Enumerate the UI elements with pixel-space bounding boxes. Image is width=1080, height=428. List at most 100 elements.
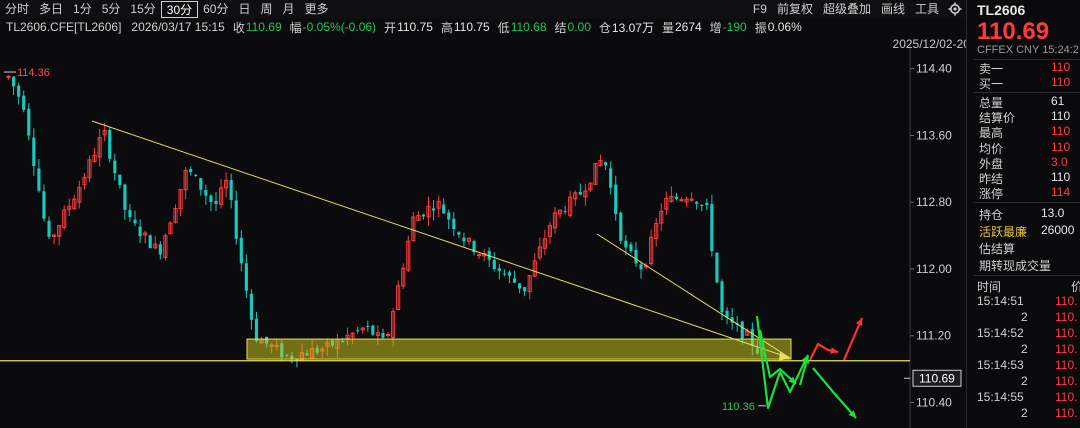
low-label: 低: [497, 20, 510, 35]
panel-quote-row: 买一 110: [979, 75, 1080, 91]
toolbar-action-item[interactable]: F9: [748, 0, 772, 19]
panel-row-value: 110: [1051, 170, 1071, 185]
candle-body-down: [108, 130, 112, 159]
settle-value: 0.00: [567, 20, 591, 34]
candle-body-down: [447, 212, 451, 220]
panel-quote-row: 结算价 110: [979, 108, 1080, 125]
close-value: 110.69: [245, 20, 282, 34]
candle-body-down: [37, 168, 41, 191]
candle-body-down: [715, 252, 719, 283]
candle-body-down: [710, 204, 714, 252]
period-tab[interactable]: 15分: [125, 1, 160, 18]
increase-label: 增: [709, 20, 722, 35]
tick-list-price-header: 价: [1071, 278, 1080, 295]
candle-body-down: [512, 278, 517, 283]
tick-list-time-header: 时间: [977, 280, 1002, 294]
toolbar-action-item[interactable]: 工具: [910, 0, 944, 19]
candle-body-down: [563, 211, 567, 213]
candle-body-down: [507, 272, 512, 276]
chart-background: [0, 0, 966, 428]
panel-row-label: 涨停: [979, 187, 1004, 202]
period-tab[interactable]: 月: [278, 1, 300, 18]
trading-app: 114.40 113.60 112.80 112.00 111.20 110.40 114.…: [0, 0, 1080, 428]
candle-body-down: [462, 237, 466, 242]
tick-row-price: 110.: [1055, 326, 1078, 340]
panel-row-value: 3.0: [1051, 154, 1068, 169]
period-tab[interactable]: 多日: [34, 1, 68, 18]
candle-body-down: [578, 191, 582, 195]
period-tab[interactable]: 5分: [97, 1, 126, 18]
low-marker-label: 110.36: [722, 401, 755, 413]
period-tab[interactable]: 60分: [198, 1, 233, 18]
candle-body-down: [138, 226, 142, 237]
candle-body-up: [477, 254, 482, 257]
candle-body-down: [128, 210, 132, 218]
tick-row-price: 110.: [1055, 294, 1078, 308]
candlestick-chart[interactable]: 114.40 113.60 112.80 112.00 111.20 110.40 114.…: [0, 0, 966, 428]
y-tick-label: 112.80: [916, 195, 952, 209]
candle-body-down: [234, 200, 238, 239]
amplitude-value: 0.06%: [767, 20, 802, 34]
candle-body-down: [204, 190, 208, 196]
panel-row-label: 活跃最廉: [979, 225, 1028, 239]
candle-body-down: [634, 250, 638, 264]
y-tick-label: 113.60: [916, 128, 952, 142]
candle-body-down: [740, 321, 744, 339]
y-tick-label: 111.20: [916, 329, 951, 343]
candle-body-up: [385, 333, 391, 336]
candle-body-down: [371, 325, 375, 335]
open-interest-value: 13.07万: [611, 20, 654, 35]
toolbar-action-item[interactable]: 画线: [876, 0, 910, 19]
candle-body-down: [17, 85, 21, 97]
quote-panel: TL2606 110.69 CFFEX CNY 15:24:2 卖一 110 买一 1…: [966, 0, 1080, 428]
candle-body-down: [457, 232, 461, 235]
candle-body-down: [12, 76, 16, 87]
candle-body-down: [209, 195, 213, 202]
period-tab[interactable]: 周: [256, 1, 278, 18]
period-tab[interactable]: 日: [233, 1, 255, 18]
panel-info-row: 活跃最廉 26000: [979, 223, 1080, 239]
period-tab[interactable]: 30分: [160, 1, 199, 18]
tick-row-price: 110.: [1055, 390, 1078, 404]
panel-info-row: 期转现成交量: [979, 257, 1080, 273]
panel-quote-row: 均价 110: [979, 140, 1080, 156]
candle-body-down: [118, 174, 122, 186]
tick-row-price: 110.: [1055, 342, 1078, 356]
increase-value: -190: [722, 20, 747, 34]
period-tab[interactable]: 分时: [0, 1, 34, 18]
tick-row-price: 110.: [1055, 374, 1078, 388]
candle-body-down: [148, 235, 152, 249]
tick-row-price: 110.: [1055, 310, 1078, 324]
volume-label: 量: [661, 20, 674, 35]
panel-row-value: 110: [1051, 108, 1071, 123]
high-value: 110.75: [453, 20, 490, 34]
high-label: 高: [440, 20, 453, 35]
settle-label: 结: [554, 20, 567, 35]
panel-row-value: 110: [1051, 60, 1071, 74]
settings-gear-icon[interactable]: [948, 2, 962, 16]
tick-row-price: 110.: [1055, 358, 1078, 372]
toolbar-action-item[interactable]: 超级叠加: [818, 0, 876, 19]
candle-body-down: [604, 162, 608, 166]
toolbar-action-item[interactable]: 前复权: [772, 0, 818, 19]
period-tab[interactable]: 1分: [68, 1, 97, 18]
panel-quote-row: 外盘 3.0: [979, 154, 1080, 171]
candle-body-down: [523, 287, 527, 292]
panel-quote-row: 卖一 110: [979, 60, 1080, 76]
candle-body-down: [42, 191, 46, 219]
panel-quote-row: 总量 61: [979, 94, 1080, 110]
panel-quote-row: 最高 110: [979, 124, 1080, 140]
current-price-label: 110.69: [919, 371, 955, 385]
candle-body-down: [366, 325, 370, 327]
panel-info-row: 持仓 13.0: [979, 206, 1080, 222]
candle-body-down: [199, 178, 203, 190]
candle-body-down: [700, 204, 704, 206]
close-label: 收: [232, 20, 245, 35]
tick-row-time: 2: [1021, 342, 1028, 356]
candle-body-down: [381, 333, 385, 338]
period-tab[interactable]: 更多: [300, 1, 334, 18]
candle-body-up: [6, 75, 11, 78]
panel-divider: [973, 202, 1080, 203]
candle-body-down: [502, 273, 506, 275]
tick-row-time: 2: [1021, 406, 1028, 420]
